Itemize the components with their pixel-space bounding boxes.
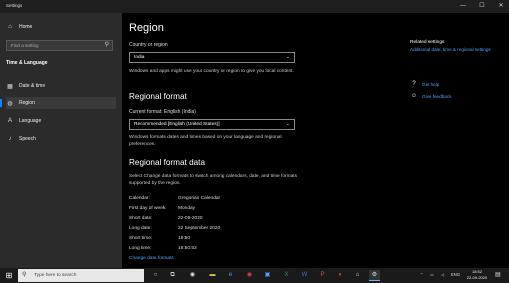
sidebar-item-label: Date & time <box>19 83 46 89</box>
network-icon[interactable]: ▭ <box>430 272 434 277</box>
format-row-long-date: Long date: 22 September 2020 <box>129 226 221 231</box>
store-icon[interactable]: ⌂ <box>352 270 363 281</box>
search-icon: ⚲ <box>104 42 109 48</box>
country-help-text: Windows and apps might use your country … <box>129 69 294 74</box>
title-bar: Settings — ☐ ✕ <box>0 0 509 13</box>
globe-icon: ◍ <box>7 100 13 107</box>
home-nav-item[interactable]: ⌂ Home <box>6 24 32 30</box>
sidebar-item-language[interactable]: A Language <box>6 115 116 127</box>
windows-start-icon[interactable]: ⊞ <box>3 270 15 281</box>
language-indicator[interactable]: ENG <box>451 272 460 277</box>
regional-format-dropdown[interactable]: Recommended [English (United States)] ⌄ <box>129 119 295 130</box>
help-icon: ? <box>412 81 416 87</box>
language-icon: A <box>7 118 12 124</box>
taskbar-search-input[interactable]: ⚲ Type here to search <box>18 269 144 282</box>
search-icon: ⚲ <box>22 272 27 278</box>
give-feedback-link[interactable]: ☺ Give feedback <box>410 93 451 99</box>
clock-date: 22-09-2020 <box>466 275 488 280</box>
calendar-clock-icon: ▦ <box>7 83 13 90</box>
excel-icon[interactable]: X <box>281 270 292 281</box>
volume-icon[interactable]: ◁ <box>441 272 444 277</box>
sidebar-item-label: Language <box>19 118 42 124</box>
chrome-icon[interactable]: ◉ <box>187 270 198 281</box>
photos-icon[interactable]: ▣ <box>262 270 273 281</box>
change-data-formats-link[interactable]: Change data formats <box>129 256 174 261</box>
microphone-icon: ♪ <box>8 136 12 142</box>
format-row-long-time: Long time: 18:50:53 <box>129 246 197 251</box>
chrome-icon[interactable]: ◉ <box>244 270 255 281</box>
format-row-calendar: Calendar: Gregorian Calendar <box>129 196 221 201</box>
page-title: Region <box>129 22 164 34</box>
sidebar: ⌂ Home Find a setting ⚲ Time & Language … <box>0 13 122 268</box>
settings-window: Settings — ☐ ✕ ⌂ Home Find a setting ⚲ T… <box>0 0 509 268</box>
format-row-short-time: Short time: 18:50 <box>129 236 191 241</box>
close-button[interactable]: ✕ <box>493 1 509 12</box>
related-settings-title: Related settings <box>410 40 445 45</box>
edge-icon[interactable]: e <box>225 270 236 281</box>
search-placeholder: Find a setting <box>11 43 39 48</box>
powerpoint-icon[interactable]: P <box>317 270 328 281</box>
sidebar-item-label: Region <box>19 100 35 106</box>
sidebar-item-speech[interactable]: ♪ Speech <box>6 133 116 145</box>
sidebar-item-region[interactable]: ◍ Region <box>0 97 116 109</box>
home-label: Home <box>19 24 33 30</box>
taskbar: ⊞ ⚲ Type here to search ○ ⧉ ◉ ▬ e ◉ ▣ X … <box>0 268 509 283</box>
format-row-short-date: Short date: 22-09-2020 <box>129 216 203 221</box>
format-help-text: Windows formats dates and times based on… <box>129 135 282 147</box>
current-format-label: Current format: English (India) <box>129 109 196 115</box>
feedback-icon: ☺ <box>410 93 418 99</box>
cortana-icon[interactable]: ○ <box>150 270 161 281</box>
settings-search-input[interactable]: Find a setting ⚲ <box>6 40 113 51</box>
section-title: Time & Language <box>6 60 48 66</box>
format-value: Recommended [English (United States)] <box>134 122 220 127</box>
home-icon: ⌂ <box>8 24 12 30</box>
maximize-button[interactable]: ☐ <box>474 1 490 12</box>
task-view-icon[interactable]: ⧉ <box>167 270 178 281</box>
chevron-down-icon: ⌄ <box>285 54 290 60</box>
word-icon[interactable]: W <box>299 270 310 281</box>
format-data-help-text: Select Change data formats to switch amo… <box>129 174 297 186</box>
country-label: Country or region <box>129 42 168 48</box>
country-dropdown[interactable]: India ⌄ <box>129 52 295 63</box>
taskbar-search-placeholder: Type here to search <box>34 273 77 278</box>
related-settings: Related settings Additional date, time &… <box>410 40 500 53</box>
window-title: Settings <box>6 3 23 8</box>
settings-icon[interactable]: ⚙ <box>369 270 380 281</box>
sidebar-item-date-time[interactable]: ▦ Date & time <box>6 80 116 92</box>
format-data-heading: Regional format data <box>129 158 206 167</box>
sidebar-item-label: Speech <box>19 136 36 142</box>
firefox-icon[interactable]: ◐ <box>335 270 346 281</box>
clock[interactable]: 18:52 22-09-2020 <box>464 269 490 281</box>
regional-format-heading: Regional format <box>129 92 187 101</box>
folder-icon[interactable]: ▬ <box>207 270 218 281</box>
notifications-icon[interactable]: ▤ <box>495 271 501 278</box>
tray-chevron-icon[interactable]: ⌃ <box>420 272 424 277</box>
chevron-down-icon: ⌄ <box>285 121 290 127</box>
get-help-link[interactable]: ? Get help <box>410 81 439 87</box>
additional-settings-link[interactable]: Additional date, time & regional setting… <box>410 47 500 53</box>
format-row-first-day: First day of week: Monday <box>129 206 196 211</box>
minimize-button[interactable]: — <box>455 1 471 12</box>
country-value: India <box>134 55 145 60</box>
